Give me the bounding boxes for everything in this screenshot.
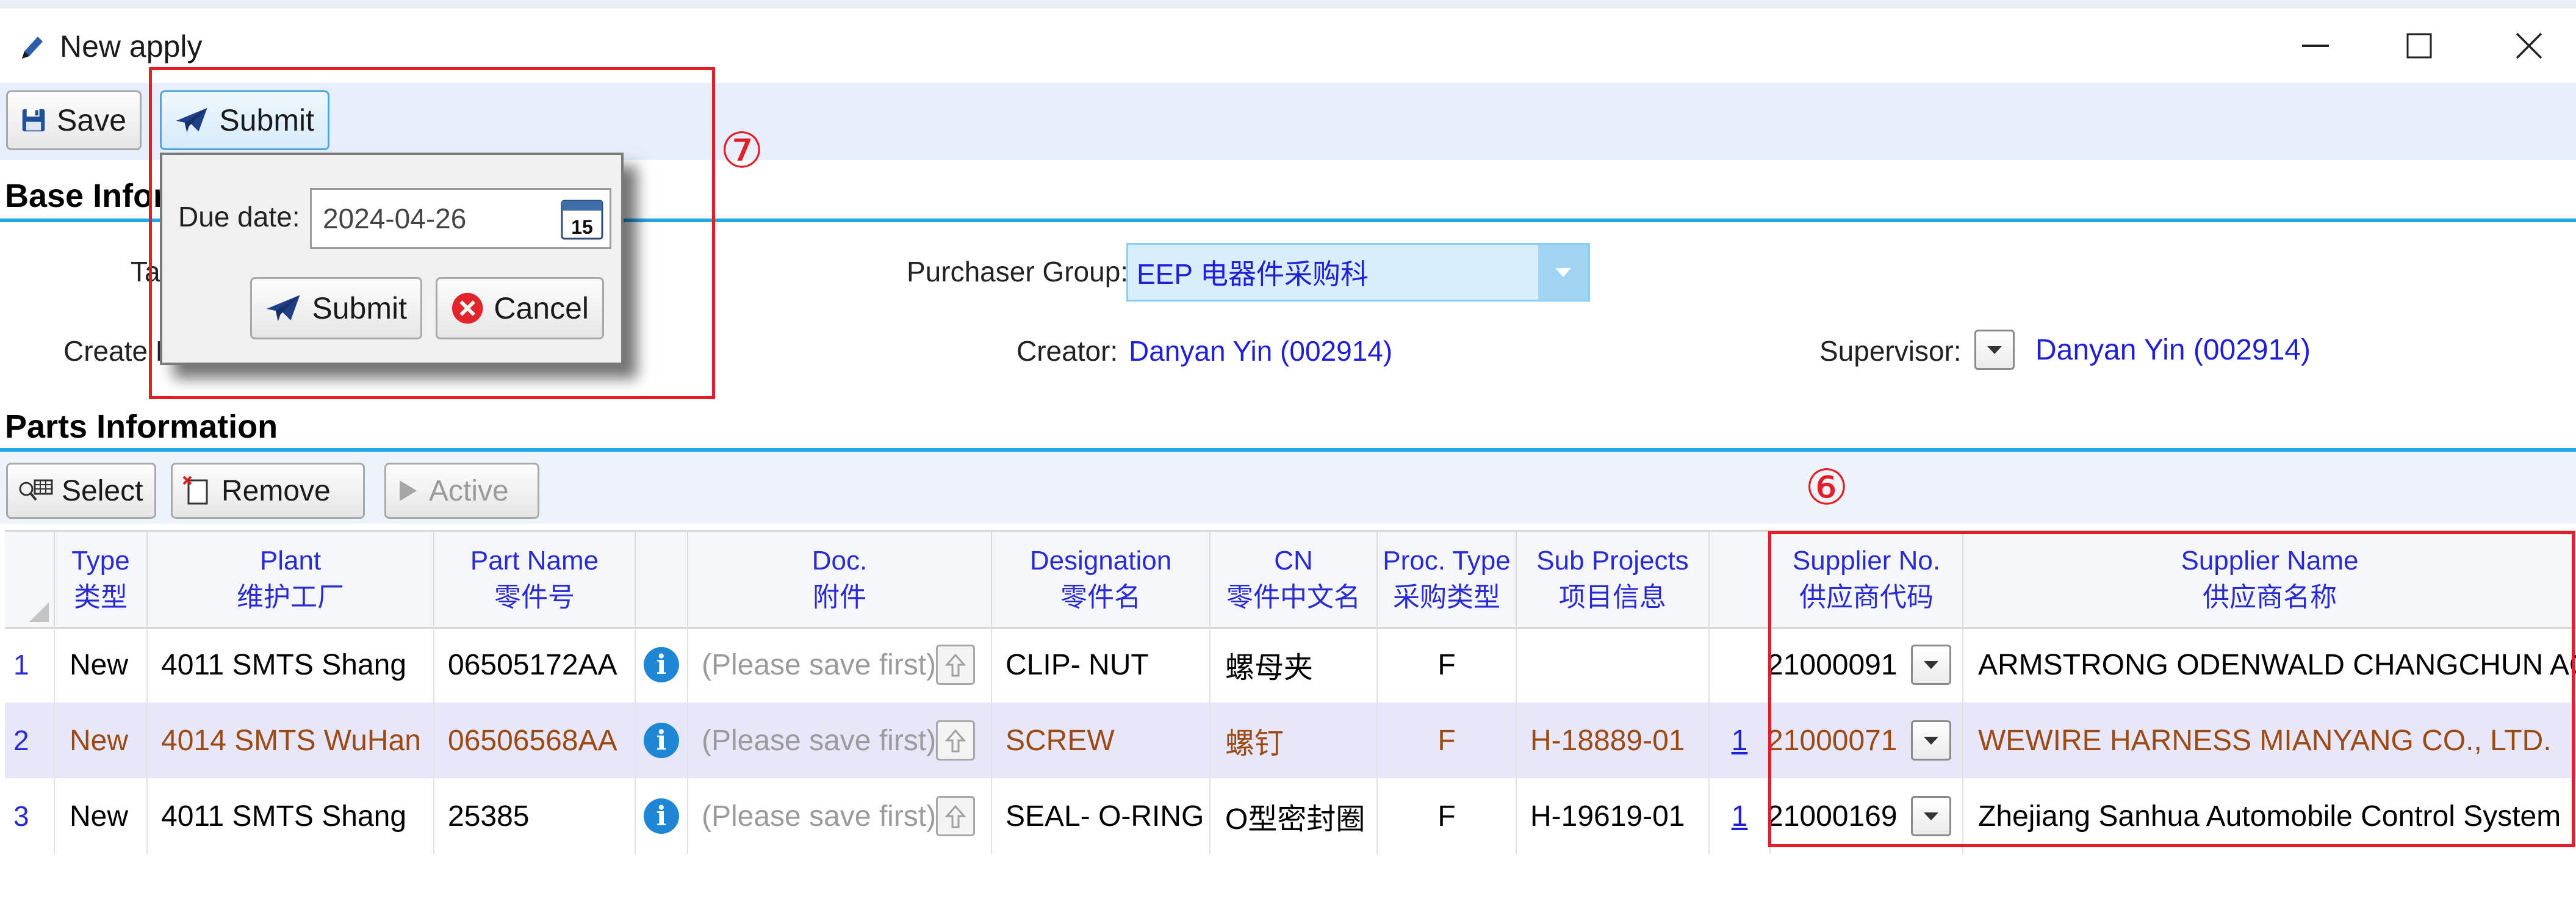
column-header-sub-count xyxy=(1710,532,1771,627)
doc-placeholder: (Please save first) xyxy=(702,800,937,833)
column-header-type[interactable]: Type 类型 xyxy=(55,532,148,627)
cell-sub-count[interactable]: 1 xyxy=(1710,703,1771,778)
pencil-icon xyxy=(17,28,48,65)
remove-label: Remove xyxy=(221,474,331,507)
column-header-part-name[interactable]: Part Name 零件号 xyxy=(434,532,636,627)
save-label: Save xyxy=(57,103,126,137)
corner-triangle-icon xyxy=(29,602,49,622)
annotation-box-7 xyxy=(149,67,715,399)
column-header-cn[interactable]: CN 零件中文名 xyxy=(1211,532,1378,627)
cell-sub-projects: H-19619-01 xyxy=(1517,778,1710,854)
info-icon: i xyxy=(644,723,679,758)
column-header-proc-type[interactable]: Proc. Type 采购类型 xyxy=(1378,532,1517,627)
creator-value: Danyan Yin (002914) xyxy=(1129,335,1393,367)
cell-proc-type: F xyxy=(1378,778,1517,854)
cell-part-name: 25385 xyxy=(434,778,636,854)
info-button[interactable]: i xyxy=(636,703,688,778)
info-button[interactable]: i xyxy=(636,778,688,854)
supervisor-label: Supervisor: xyxy=(1819,335,1962,367)
purchaser-group-label: Purchaser Group: xyxy=(907,256,1129,287)
active-label: Active xyxy=(429,474,509,507)
save-button[interactable]: Save xyxy=(6,90,142,150)
cell-doc: (Please save first) xyxy=(688,627,992,703)
close-icon xyxy=(2516,32,2542,59)
maximize-button[interactable] xyxy=(2386,18,2453,73)
upload-button[interactable] xyxy=(936,645,975,685)
column-header-sub-projects[interactable]: Sub Projects 项目信息 xyxy=(1517,532,1710,627)
cell-plant: 4014 SMTS WuHan xyxy=(148,703,434,778)
upload-arrow-icon xyxy=(945,653,966,677)
maximize-icon xyxy=(2406,33,2432,59)
cell-designation: CLIP- NUT xyxy=(992,627,1211,703)
minimize-icon xyxy=(2302,45,2329,47)
cell-designation: SEAL- O-RING xyxy=(992,778,1211,854)
window-title: New apply xyxy=(60,29,203,63)
doc-placeholder: (Please save first) xyxy=(702,724,937,757)
minimize-button[interactable] xyxy=(2282,18,2349,73)
annotation-marker-6: ⑥ xyxy=(1805,460,1849,515)
row-number: 2 xyxy=(5,703,55,778)
cell-type: New xyxy=(55,778,148,854)
select-table-icon xyxy=(19,479,53,501)
chevron-down-icon[interactable] xyxy=(1538,245,1588,300)
cell-sub-projects xyxy=(1517,627,1710,703)
remove-button[interactable]: Remove xyxy=(171,463,365,519)
cell-proc-type: F xyxy=(1378,627,1517,703)
row-header-corner xyxy=(5,532,55,627)
cell-part-name: 06505172AA xyxy=(434,627,636,703)
upload-button[interactable] xyxy=(936,720,975,761)
cell-designation: SCREW xyxy=(992,703,1211,778)
cell-doc: (Please save first) xyxy=(688,778,992,854)
creator-label: Creator: xyxy=(1016,335,1118,367)
cell-sub-count[interactable]: 1 xyxy=(1710,778,1771,854)
chevron-down-icon xyxy=(1987,346,2002,354)
floppy-disk-icon xyxy=(22,109,45,132)
select-label: Select xyxy=(62,474,143,507)
cell-proc-type: F xyxy=(1378,703,1517,778)
purchaser-group-value: EEP 电器件采购科 xyxy=(1137,258,1369,290)
upload-arrow-icon xyxy=(945,729,966,753)
cell-plant: 4011 SMTS Shang xyxy=(148,627,434,703)
cell-doc: (Please save first) xyxy=(688,703,992,778)
purchaser-group-select[interactable]: EEP 电器件采购科 xyxy=(1126,243,1590,302)
cell-part-name: 06506568AA xyxy=(434,703,636,778)
cell-type: New xyxy=(55,627,148,703)
upload-button[interactable] xyxy=(936,796,975,836)
active-button[interactable]: Active xyxy=(384,463,539,519)
doc-placeholder: (Please save first) xyxy=(702,648,937,681)
annotation-box-6 xyxy=(1768,531,2575,847)
close-window-button[interactable] xyxy=(2495,18,2563,73)
info-icon: i xyxy=(644,798,679,834)
info-button[interactable]: i xyxy=(636,627,688,703)
row-number: 1 xyxy=(5,627,55,703)
cell-cn: 螺母夹 xyxy=(1211,627,1378,703)
cell-type: New xyxy=(55,703,148,778)
parts-info-title: Parts Information xyxy=(5,408,278,445)
cell-sub-projects: H-18889-01 xyxy=(1517,703,1710,778)
column-header-info xyxy=(636,532,688,627)
select-button[interactable]: Select xyxy=(6,463,156,519)
row-number: 3 xyxy=(5,778,55,854)
column-header-doc[interactable]: Doc. 附件 xyxy=(688,532,992,627)
supervisor-dropdown-button[interactable] xyxy=(1974,330,2015,370)
column-header-designation[interactable]: Designation 零件名 xyxy=(992,532,1211,627)
upload-arrow-icon xyxy=(945,805,966,828)
play-icon xyxy=(400,480,417,501)
remove-document-icon xyxy=(182,476,208,505)
cell-sub-count[interactable] xyxy=(1710,627,1771,703)
column-header-plant[interactable]: Plant 维护工厂 xyxy=(148,532,434,627)
cell-plant: 4011 SMTS Shang xyxy=(148,778,434,854)
cell-cn: 螺钉 xyxy=(1211,703,1378,778)
info-icon: i xyxy=(644,647,679,682)
annotation-marker-7: ⑦ xyxy=(720,123,764,178)
supervisor-value[interactable]: Danyan Yin (002914) xyxy=(2035,333,2311,367)
cell-cn: O型密封圈 xyxy=(1211,778,1378,854)
base-info-title: Base Infor xyxy=(5,178,167,214)
